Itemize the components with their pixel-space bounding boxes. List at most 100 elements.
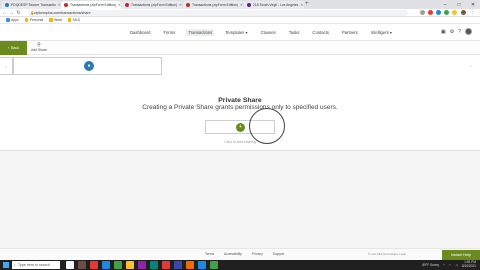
app-header: Dashboard Forms Transactions Templates ▾… bbox=[0, 24, 480, 41]
extension-icon[interactable] bbox=[428, 10, 433, 15]
bookmark-personal[interactable]: Personal bbox=[24, 18, 44, 22]
nav-clauses[interactable]: Clauses bbox=[259, 29, 278, 36]
nav-transactions[interactable]: Transactions bbox=[186, 29, 215, 36]
taskbar-app-icon[interactable] bbox=[210, 261, 218, 269]
browser-tab-1[interactable]: PDQDESP Secure Transactio ✕ bbox=[2, 1, 60, 9]
window-close-icon[interactable]: ✕ bbox=[466, 0, 480, 9]
folder-icon bbox=[67, 18, 72, 22]
taskbar-app-icon[interactable] bbox=[90, 261, 98, 269]
close-icon[interactable]: ✕ bbox=[56, 3, 60, 7]
browser-tab-3[interactable]: Transactions (zipForm Edition) ✕ bbox=[122, 1, 182, 9]
new-tab-button[interactable]: + bbox=[305, 1, 309, 8]
cart-icon[interactable]: ▣ bbox=[441, 29, 446, 35]
taskbar-app-icon[interactable] bbox=[150, 261, 158, 269]
extension-icon[interactable] bbox=[452, 10, 457, 15]
help-icon[interactable]: ? bbox=[458, 29, 461, 35]
main-nav: Dashboard Forms Transactions Templates ▾… bbox=[128, 29, 394, 36]
tab-favicon-icon bbox=[186, 3, 190, 7]
nav-partners[interactable]: Partners bbox=[340, 29, 360, 36]
collapse-left-button[interactable]: ‹ bbox=[0, 57, 13, 75]
close-icon[interactable]: ✕ bbox=[238, 3, 243, 7]
taskbar-search-placeholder: Type here to search bbox=[18, 263, 50, 267]
windows-start-icon[interactable] bbox=[3, 262, 9, 268]
chevron-left-icon: ‹ bbox=[7, 46, 10, 50]
add-share-button[interactable]: ⚲ Add Share bbox=[29, 42, 49, 54]
footer-link-terms[interactable]: Terms bbox=[205, 252, 214, 256]
nav-contacts[interactable]: Contacts bbox=[310, 29, 331, 36]
taskbar-app-icon[interactable] bbox=[78, 261, 86, 269]
profile-avatar-icon[interactable] bbox=[461, 10, 466, 15]
forward-arrow-icon[interactable]: → bbox=[8, 9, 15, 17]
share-selector[interactable]: ● bbox=[13, 57, 162, 75]
close-icon[interactable]: ✕ bbox=[177, 3, 182, 7]
bookmarks-bar: Apps Personal Work MLS bbox=[0, 17, 480, 24]
user-avatar[interactable] bbox=[465, 28, 472, 35]
tab-favicon-icon bbox=[64, 3, 68, 7]
taskbar-app-icon[interactable] bbox=[138, 261, 146, 269]
nav-forms[interactable]: Forms bbox=[162, 29, 178, 36]
bookmark-label: Work bbox=[54, 18, 62, 22]
taskbar-app-icon[interactable] bbox=[66, 261, 74, 269]
tab-label: Transactions (zipForm Edition) bbox=[131, 3, 178, 7]
wifi-icon[interactable]: ◠ bbox=[449, 263, 452, 267]
share-panel: ‹ ● › Private Share Creating a Private S… bbox=[0, 55, 480, 151]
browser-menu-icon[interactable]: ⋮ bbox=[470, 10, 475, 15]
nav-dashboard[interactable]: Dashboard bbox=[128, 29, 153, 36]
apps-grid-icon bbox=[6, 18, 10, 22]
page-footer: Terms Accessibility Privacy Support © Lo… bbox=[0, 248, 480, 261]
browser-tab-2[interactable]: Transactions (zipForm Edition) ✕ bbox=[61, 1, 121, 9]
add-person-icon[interactable]: + bbox=[236, 123, 245, 132]
page-toolbar: ‹ Back ⚲ Add Share bbox=[0, 41, 480, 55]
taskbar-app-icon[interactable] bbox=[114, 261, 122, 269]
volume-icon[interactable]: ◁ bbox=[455, 263, 457, 267]
browser-tab-bar: PDQDESP Secure Transactio ✕ Transactions… bbox=[0, 0, 480, 9]
taskbar-app-icon[interactable] bbox=[174, 261, 182, 269]
collapse-right-button[interactable]: › bbox=[466, 57, 476, 75]
taskbar-app-icon[interactable] bbox=[162, 261, 170, 269]
back-arrow-icon[interactable]: ← bbox=[1, 9, 8, 17]
page-title: Private Share bbox=[218, 97, 262, 104]
browser-tab-5[interactable]: 218 South Virgil - Los Angeles ✕ bbox=[244, 1, 304, 9]
footer-link-privacy[interactable]: Privacy bbox=[252, 252, 263, 256]
bookmark-work[interactable]: Work bbox=[49, 18, 62, 22]
bookmark-label: Personal bbox=[29, 18, 44, 22]
url-input[interactable]: 🔒 zipformplus.com/transactions/share bbox=[28, 10, 408, 16]
extension-icon[interactable] bbox=[436, 10, 441, 15]
tab-favicon-icon bbox=[247, 3, 251, 7]
browser-tab-4[interactable]: Transactions (zipForm Edition) ✕ bbox=[183, 1, 243, 9]
settings-icon[interactable]: ⚙ bbox=[450, 29, 454, 35]
weather-text[interactable]: 89°F Sunny bbox=[422, 263, 439, 267]
tab-favicon-icon bbox=[5, 3, 9, 7]
maximize-icon[interactable]: □ bbox=[452, 0, 466, 9]
extension-icon[interactable] bbox=[444, 10, 449, 15]
folder-icon bbox=[24, 18, 29, 22]
system-tray: 89°F Sunny ^ ◠ ◁ 1:53 PM 8/10/2021 bbox=[422, 260, 476, 270]
page-subtitle: Creating a Private Share grants permissi… bbox=[142, 104, 338, 111]
back-button[interactable]: ‹ Back bbox=[0, 41, 27, 55]
minimize-icon[interactable]: – bbox=[438, 0, 452, 9]
footer-link-accessibility[interactable]: Accessibility bbox=[224, 252, 242, 256]
taskbar-app-icon[interactable] bbox=[126, 261, 134, 269]
taskbar-app-icon[interactable] bbox=[102, 261, 110, 269]
close-icon[interactable]: ✕ bbox=[116, 3, 121, 7]
tab-label: 218 South Virgil - Los Angeles bbox=[253, 3, 299, 7]
taskbar-search-input[interactable]: ⌕ Type here to search bbox=[12, 261, 60, 269]
lock-icon: 🔒 bbox=[30, 11, 35, 15]
footer-link-support[interactable]: Support bbox=[273, 252, 285, 256]
nav-tasks[interactable]: Tasks bbox=[287, 29, 302, 36]
bookmark-apps[interactable]: Apps bbox=[6, 18, 19, 22]
taskbar-app-icon[interactable] bbox=[198, 261, 206, 269]
clock[interactable]: 1:53 PM 8/10/2021 bbox=[462, 260, 476, 269]
footer-links: Terms Accessibility Privacy Support bbox=[205, 252, 284, 256]
reload-icon[interactable]: ↻ bbox=[15, 9, 22, 17]
close-icon[interactable]: ✕ bbox=[298, 3, 303, 7]
bookmark-mls[interactable]: MLS bbox=[67, 18, 80, 22]
tray-chevron-icon[interactable]: ^ bbox=[443, 263, 445, 267]
taskbar-app-icon[interactable] bbox=[186, 261, 194, 269]
extension-icon[interactable] bbox=[420, 10, 425, 15]
url-text: zipformplus.com/transactions/share bbox=[34, 11, 91, 15]
add-share-label: Add Share bbox=[30, 48, 48, 52]
user-icon: ● bbox=[84, 61, 94, 71]
nav-templates[interactable]: Templates ▾ bbox=[223, 29, 249, 36]
nav-intelligent[interactable]: Intelligent ▾ bbox=[369, 29, 394, 36]
